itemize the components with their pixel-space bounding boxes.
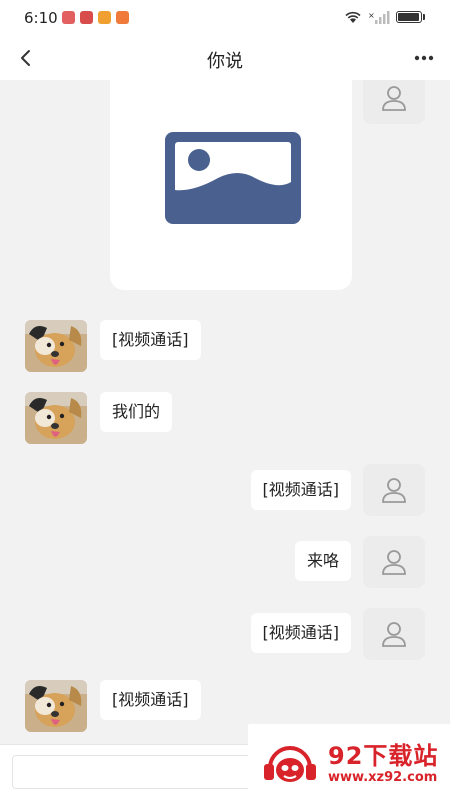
dog-photo-avatar bbox=[25, 392, 87, 444]
message-bubble[interactable]: 来咯 bbox=[294, 541, 351, 581]
my-avatar[interactable] bbox=[363, 464, 425, 516]
message-bubble[interactable]: [视频通话] bbox=[250, 613, 351, 653]
contact-avatar[interactable] bbox=[25, 320, 87, 372]
book-app-icon bbox=[80, 11, 93, 24]
user-icon bbox=[382, 478, 406, 503]
message-bubble[interactable]: 我们的 bbox=[100, 392, 173, 432]
svg-text:×: × bbox=[368, 11, 375, 20]
watermark-title: 92下载站 bbox=[328, 742, 439, 770]
message-bubble[interactable]: [视频通话] bbox=[100, 320, 201, 360]
download-site-logo-icon bbox=[264, 746, 316, 782]
dog-photo-avatar bbox=[25, 680, 87, 732]
page-title: 你说 bbox=[207, 51, 243, 72]
character-app-icon bbox=[116, 11, 129, 24]
battery-icon bbox=[396, 10, 428, 24]
dog-photo-avatar bbox=[25, 320, 87, 372]
status-time: 6:10 bbox=[24, 9, 58, 27]
chat-header: 你说 bbox=[0, 36, 450, 80]
site-watermark: 92下载站 www.xz92.com bbox=[248, 724, 450, 800]
image-placeholder-icon bbox=[165, 132, 301, 224]
contact-avatar[interactable] bbox=[25, 680, 87, 732]
watermark-url: www.xz92.com bbox=[328, 770, 438, 785]
status-app-icons bbox=[62, 11, 129, 24]
character-app-icon bbox=[98, 11, 111, 24]
status-bar: 6:10 × bbox=[0, 0, 450, 36]
status-system-icons: × bbox=[344, 10, 428, 24]
my-avatar[interactable] bbox=[363, 80, 425, 124]
my-avatar[interactable] bbox=[363, 608, 425, 660]
user-icon bbox=[382, 622, 406, 647]
my-avatar[interactable] bbox=[363, 536, 425, 588]
message-bubble[interactable]: [视频通话] bbox=[100, 680, 201, 720]
user-icon bbox=[382, 86, 406, 111]
image-message-bubble[interactable] bbox=[110, 80, 352, 290]
notification-app-icon bbox=[62, 11, 75, 24]
more-dots-icon[interactable] bbox=[412, 46, 436, 70]
wifi-icon bbox=[345, 11, 361, 23]
message-bubble[interactable]: [视频通话] bbox=[250, 470, 351, 510]
contact-avatar[interactable] bbox=[25, 392, 87, 444]
signal-icon: × bbox=[368, 11, 390, 24]
chat-message-list[interactable]: [视频通话] 我们的 [视频通话] 来咯 [视频通话] [视频通话] bbox=[0, 80, 450, 744]
user-icon bbox=[382, 550, 406, 575]
